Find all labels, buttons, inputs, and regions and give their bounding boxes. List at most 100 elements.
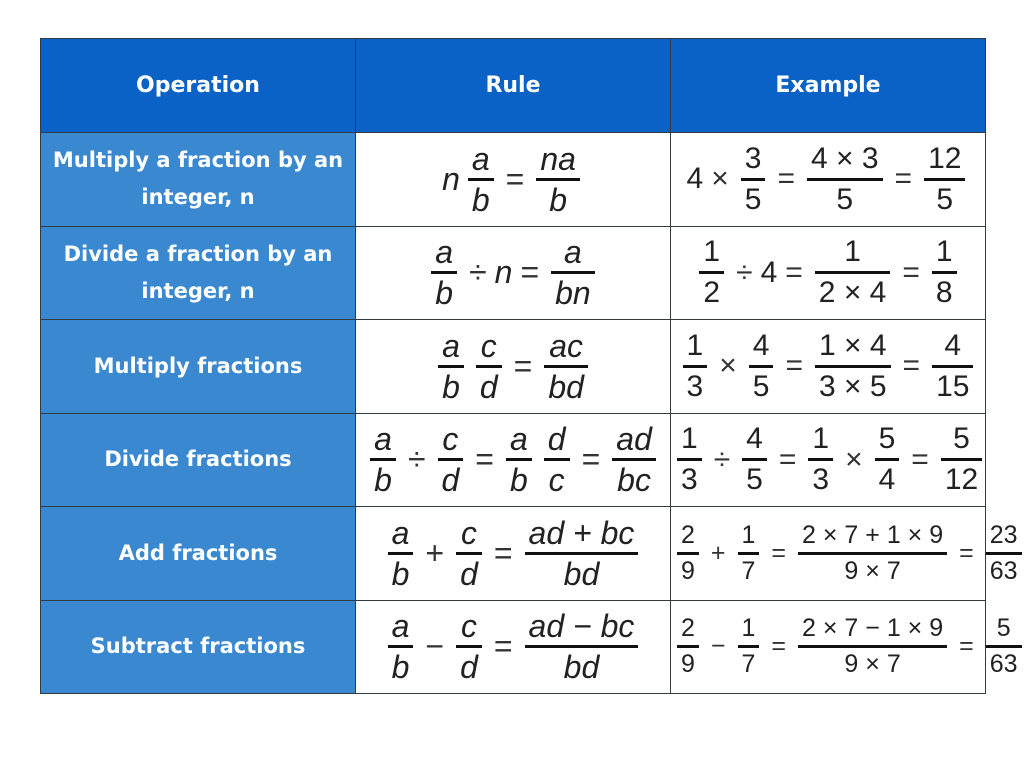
operation-cell: Subtract fractions — [40, 599, 356, 694]
operator-symbol: × — [711, 162, 729, 196]
fraction: 45 — [748, 327, 774, 406]
fraction: ab — [505, 420, 532, 499]
numerator: 2 — [681, 614, 695, 643]
fraction: 1 2 × 4 — [814, 233, 891, 312]
fraction: ab — [387, 514, 414, 593]
denominator: 9 × 7 — [844, 556, 901, 585]
denominator: b — [374, 462, 392, 499]
fraction: dc — [543, 420, 570, 499]
denominator: 9 × 7 — [844, 650, 901, 679]
math-expression: 2 9−1 7 = 2 × 7 − 1 × 99 × 7 = 5 63 — [671, 612, 1024, 681]
denominator: bd — [563, 555, 600, 592]
fraction: ad + bc bd — [524, 514, 639, 593]
operator-symbol: = — [785, 349, 803, 383]
numerator: ad + bc — [528, 514, 635, 551]
fraction: ad bc — [612, 420, 656, 499]
denominator: 63 — [989, 556, 1018, 585]
operator-symbol: = — [778, 442, 797, 476]
denominator: d — [460, 649, 478, 686]
denominator: 2 — [703, 276, 721, 310]
numerator: a — [435, 234, 454, 271]
numerator: 1 — [686, 328, 704, 362]
math-expression: a b + c d = ad + bc bd — [382, 514, 645, 593]
operation-cell: Divide fractions — [40, 412, 356, 507]
operator-symbol: ÷ — [407, 441, 426, 478]
rule-cell: a b ÷ c d = a b d c = ad bc — [355, 412, 671, 507]
numerator: 1 × 4 — [818, 328, 887, 362]
numerator: a — [442, 327, 460, 364]
operation-cell: Multiply a fraction by an integer, n — [40, 132, 356, 227]
fraction: 29 — [677, 519, 699, 588]
fraction: 4 × 3 5 — [806, 140, 883, 219]
operator-symbol: = — [902, 255, 920, 289]
numerator: 1 — [935, 235, 953, 269]
operator-symbol: ÷ — [469, 254, 487, 291]
numerator: 3 — [744, 141, 762, 175]
denominator: d — [479, 368, 498, 405]
operator-symbol: × — [719, 349, 737, 383]
numerator: 2 × 7 − 1 × 9 — [802, 614, 944, 643]
denominator: 7 — [741, 556, 756, 585]
numerator: a — [374, 421, 392, 458]
numerator: ac — [549, 327, 584, 364]
term: 4 — [760, 255, 778, 289]
rule-cell: a b ÷ n = a bn — [355, 225, 671, 320]
operator-symbol: = — [785, 255, 803, 289]
numerator: ad − bc — [528, 608, 635, 645]
denominator: 4 — [878, 463, 896, 497]
fraction: 35 — [740, 140, 766, 219]
fraction: 5 12 — [940, 420, 983, 499]
operator-symbol: × — [845, 442, 863, 476]
denominator: b — [391, 649, 410, 686]
fraction: ab — [370, 420, 396, 499]
numerator: a — [564, 234, 582, 271]
numerator: ad — [616, 421, 652, 458]
denominator: b — [549, 181, 568, 218]
denominator: 5 — [752, 369, 770, 403]
example-cell: 1 2 ÷ 4 = 1 2 × 4 = 1 8 — [670, 225, 986, 320]
fraction: ad − bc bd — [524, 607, 639, 686]
denominator: 3 — [686, 369, 704, 403]
denominator: d — [441, 462, 460, 499]
fraction: 13 — [677, 420, 702, 499]
numerator: 2 × 7 + 1 × 9 — [802, 520, 944, 549]
denominator: bd — [548, 368, 584, 405]
term: 4 — [686, 162, 704, 196]
numerator: na — [540, 140, 576, 177]
numerator: 12 — [928, 141, 962, 175]
header-rule: Rule — [355, 38, 671, 133]
fraction: ab — [438, 327, 464, 406]
numerator: c — [442, 421, 459, 458]
operator-symbol: = — [959, 538, 974, 567]
denominator: b — [442, 368, 460, 405]
denominator: bc — [617, 462, 651, 499]
math-expression: 4 × 3 5 = 4 × 3 5 = 12 5 — [685, 140, 972, 219]
table-row: Divide fractions a b ÷ c d = a b d c = ad bc 1 3 ÷ 4 5 = 1 3 ×… — [40, 412, 986, 507]
numerator: 4 — [746, 422, 763, 456]
operator-symbol: = — [771, 632, 787, 661]
denominator: 5 — [746, 463, 763, 497]
denominator: 2 × 4 — [818, 276, 887, 310]
denominator: 63 — [989, 650, 1018, 679]
operation-cell: Multiply fractions — [40, 319, 356, 414]
fraction: cd — [456, 514, 482, 593]
fraction: 17 — [737, 612, 760, 681]
operator-symbol: = — [902, 349, 921, 383]
math-expression: a b − c d = ad − bc bd — [382, 607, 645, 686]
denominator: 12 — [944, 463, 979, 497]
operator-symbol: = — [911, 442, 929, 476]
example-cell: 2 9 +1 7 = 2 × 7 + 1 × 99 × 7 = 23 63 — [670, 506, 1022, 601]
denominator: 5 — [744, 182, 762, 216]
table-row: Multiply a fraction by an integer, n n a b =… — [40, 132, 986, 227]
numerator: 1 — [741, 614, 756, 643]
fraction: ac bd — [544, 327, 588, 406]
numerator: 4 × 3 — [810, 141, 879, 175]
denominator: 9 — [681, 556, 695, 585]
operator-symbol: − — [710, 632, 726, 661]
operator-symbol: + — [710, 538, 726, 567]
fraction-rules-table: Operation Rule Example Multiply a fracti… — [40, 38, 1022, 694]
fraction: 12 5 — [924, 140, 966, 219]
numerator: c — [460, 514, 477, 551]
denominator: b — [435, 275, 454, 312]
operator-symbol: = — [771, 538, 787, 567]
